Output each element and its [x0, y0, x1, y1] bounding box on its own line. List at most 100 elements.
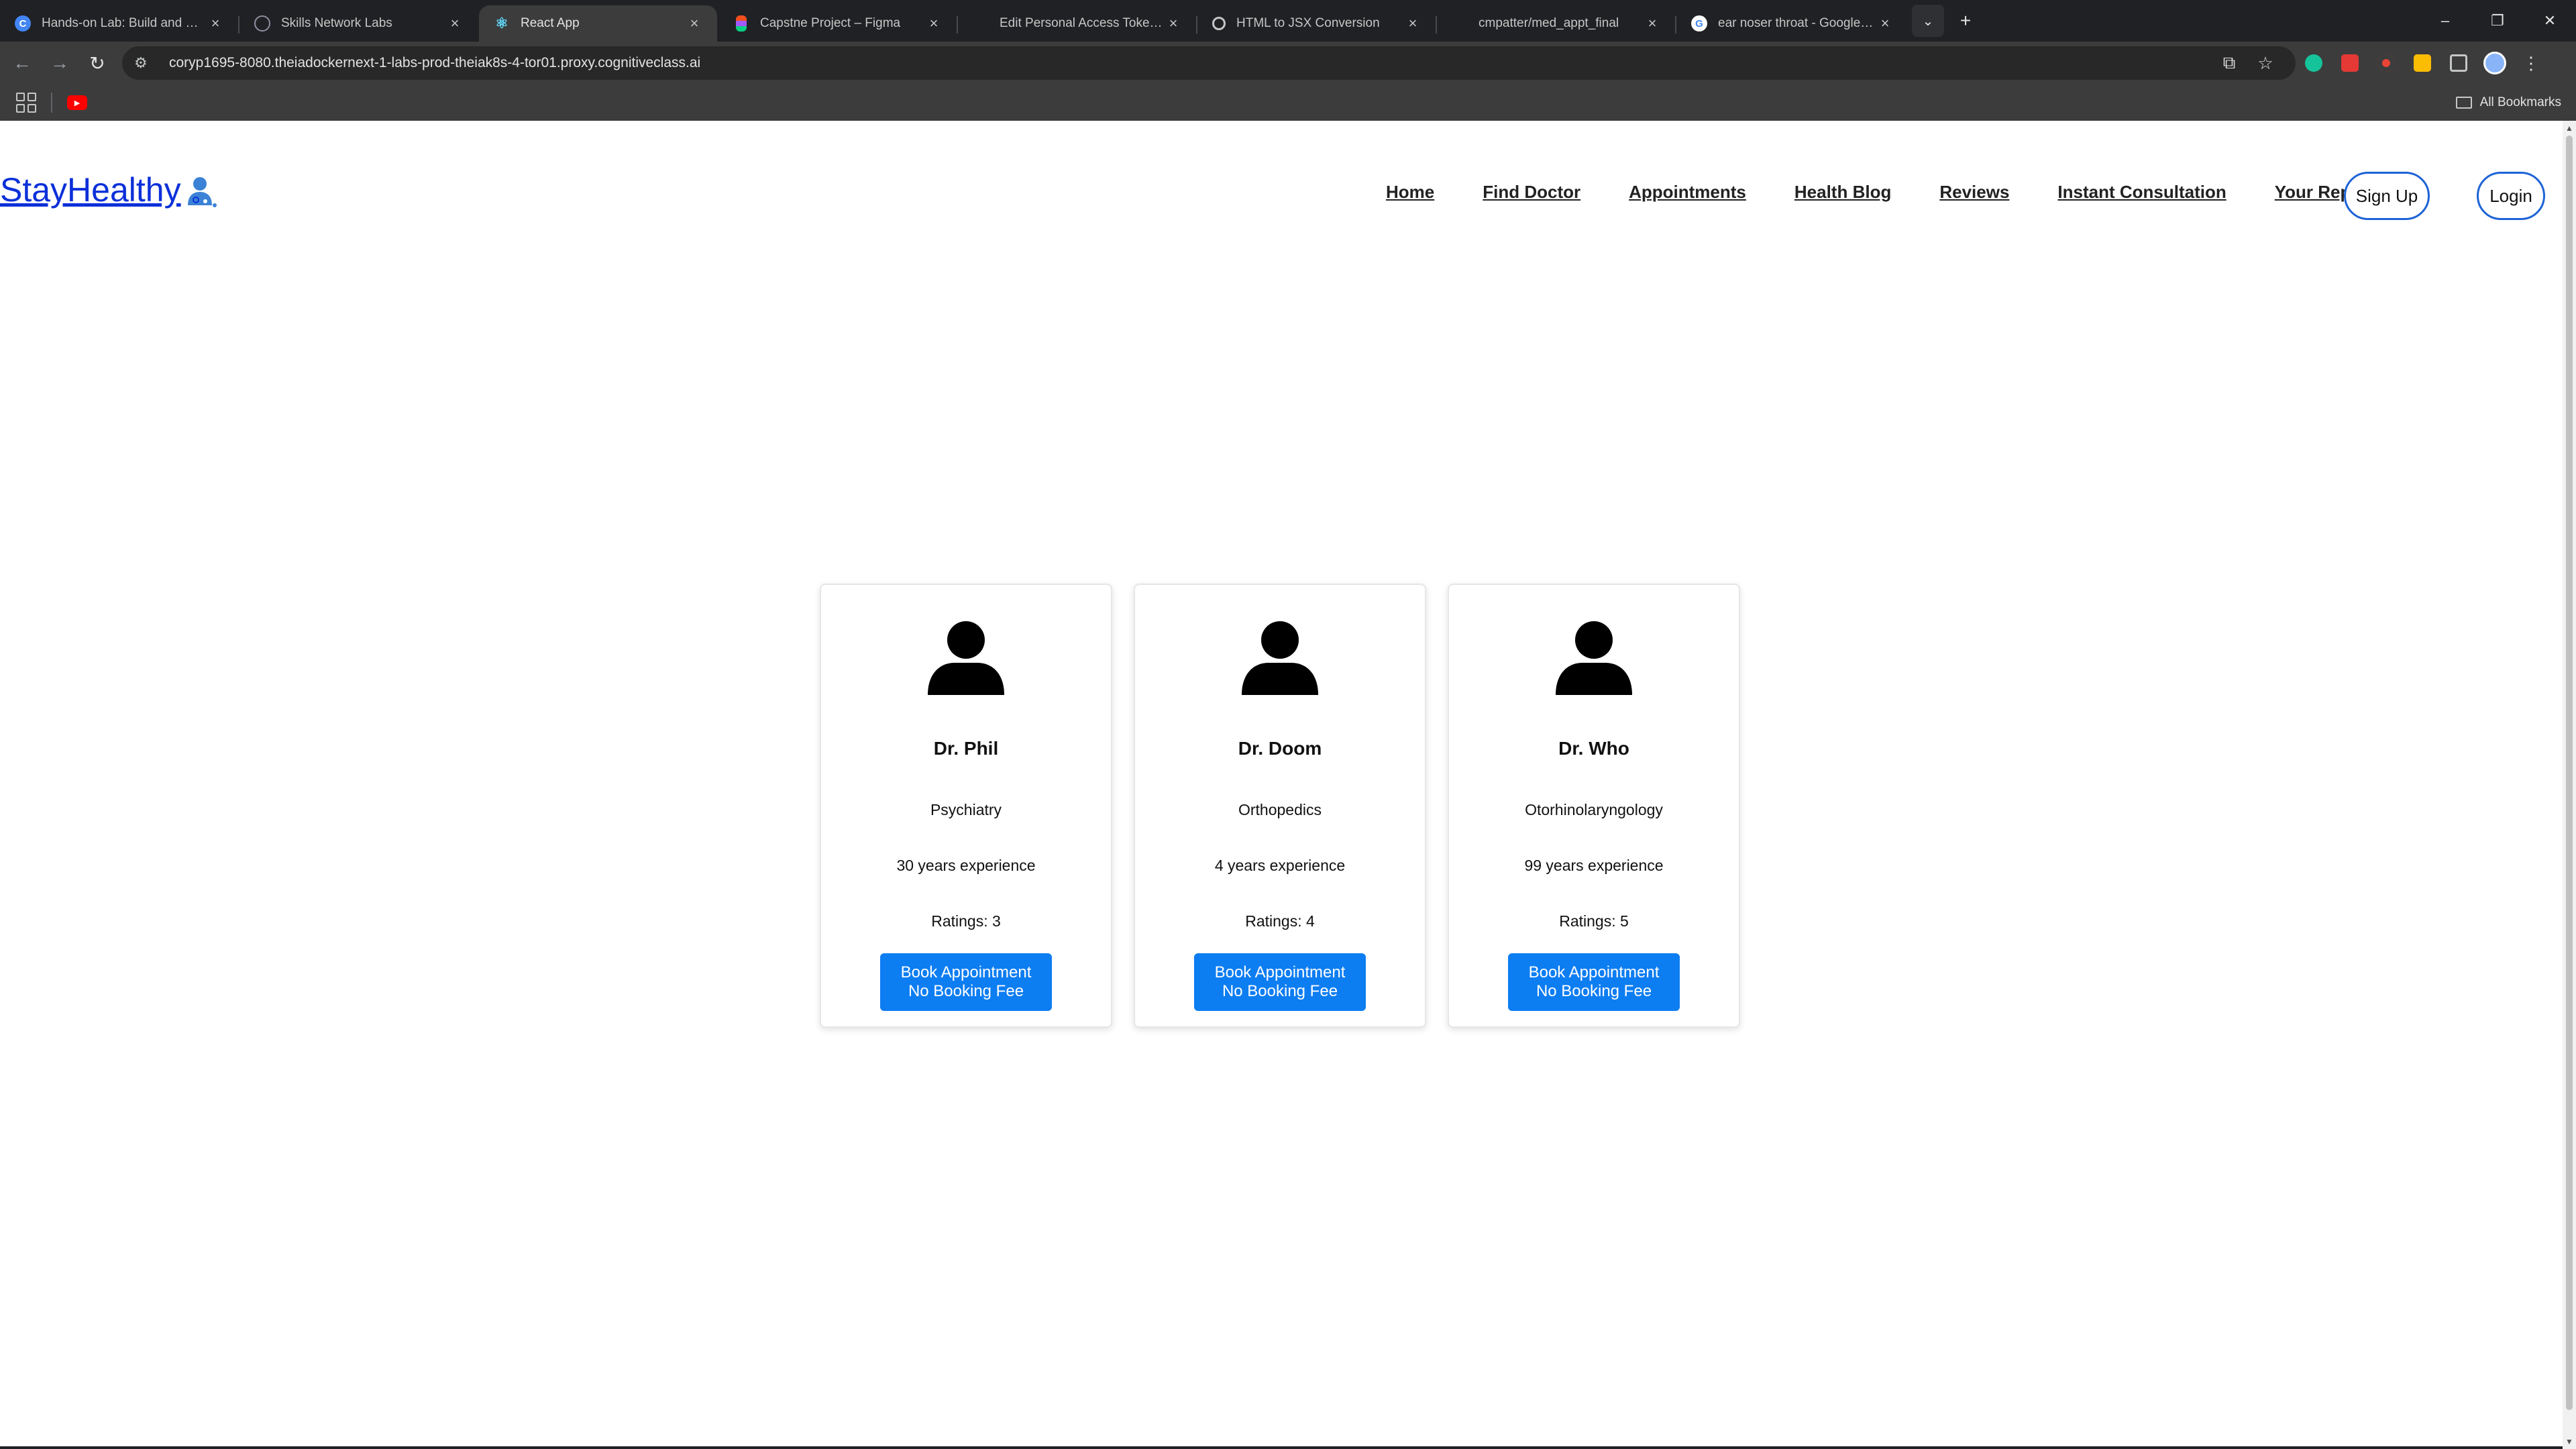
- bookmarks-bar: ▶ All Bookmarks: [0, 85, 2576, 121]
- tab-title: Skills Network Labs: [281, 16, 392, 30]
- browser-tab[interactable]: C Hands-on Lab: Build and Deplo ×: [0, 5, 239, 42]
- doctor-card: Dr. Who Otorhinolaryngology 99 years exp…: [1448, 584, 1740, 1028]
- tab-title: Capstne Project – Figma: [760, 16, 901, 30]
- close-tab-icon[interactable]: ×: [1403, 15, 1422, 32]
- doctor-speciality: Psychiatry: [930, 801, 1002, 818]
- book-appointment-button[interactable]: Book Appointment No Booking Fee: [880, 953, 1052, 1011]
- login-button[interactable]: Login: [2477, 172, 2545, 220]
- browser-tab[interactable]: cmpatter/med_appt_final ×: [1437, 5, 1676, 42]
- nav-health-blog-link[interactable]: Health Blog: [1794, 182, 1891, 203]
- scrollbar-thumb[interactable]: [2566, 136, 2573, 1410]
- book-appointment-button[interactable]: Book Appointment No Booking Fee: [1508, 953, 1680, 1011]
- nav-instant-consultation-link[interactable]: Instant Consultation: [2057, 182, 2226, 203]
- close-tab-icon[interactable]: ×: [206, 15, 225, 32]
- doctor-name: Dr. Phil: [933, 738, 999, 759]
- sign-up-button[interactable]: Sign Up: [2344, 172, 2430, 220]
- tab-title: React App: [521, 16, 580, 30]
- site-info-icon[interactable]: ⚙: [134, 54, 154, 72]
- close-tab-icon[interactable]: ×: [1164, 15, 1183, 32]
- browser-tab[interactable]: Edit Personal Access Token (Cla ×: [958, 5, 1197, 42]
- nav-reviews-link[interactable]: Reviews: [1939, 182, 2009, 203]
- new-tab-icon[interactable]: +: [1949, 5, 1982, 37]
- close-tab-icon[interactable]: ×: [685, 15, 704, 32]
- scroll-down-icon[interactable]: ▼: [2565, 1437, 2573, 1446]
- extension-record-icon[interactable]: [2368, 45, 2404, 81]
- scroll-up-icon[interactable]: ▲: [2565, 123, 2573, 133]
- react-favicon-icon: ⚛: [495, 15, 508, 32]
- doctor-name: Dr. Doom: [1238, 738, 1322, 759]
- close-tab-icon[interactable]: ×: [924, 15, 943, 32]
- all-bookmarks-label: All Bookmarks: [2479, 95, 2561, 109]
- close-window-icon[interactable]: ✕: [2524, 0, 2576, 42]
- doctor-experience: 99 years experience: [1524, 857, 1664, 874]
- bookmark-star-icon[interactable]: ☆: [2247, 53, 2284, 74]
- all-bookmarks-button[interactable]: All Bookmarks: [2455, 95, 2561, 110]
- book-appointment-label: Book Appointment: [1528, 963, 1660, 981]
- browser-toolbar: ← → ↻ ⚙ coryp1695-8080.theiadockernext-1…: [0, 42, 2576, 85]
- page-scrollbar[interactable]: ▲ ▼: [2563, 121, 2576, 1449]
- tab-title: cmpatter/med_appt_final: [1479, 16, 1619, 30]
- browser-tab-active[interactable]: ⚛ React App ×: [479, 5, 717, 42]
- forward-icon[interactable]: →: [42, 45, 78, 81]
- close-tab-icon[interactable]: ×: [445, 15, 464, 32]
- page-bottom-edge: [0, 1446, 2563, 1449]
- no-booking-fee-label: No Booking Fee: [908, 982, 1024, 1000]
- doctor-logo-icon: [187, 177, 217, 207]
- apps-grid-icon[interactable]: [16, 93, 36, 113]
- nav-home-link[interactable]: Home: [1386, 182, 1434, 203]
- book-appointment-button[interactable]: Book Appointment No Booking Fee: [1194, 953, 1366, 1011]
- figma-favicon-icon: [736, 15, 747, 32]
- book-appointment-label: Book Appointment: [900, 963, 1032, 981]
- profile-avatar[interactable]: [2477, 45, 2513, 81]
- grammarly-extension-icon[interactable]: [2296, 45, 2332, 81]
- back-icon[interactable]: ←: [4, 45, 40, 81]
- tab-favicon-icon: C: [15, 15, 31, 32]
- doctor-experience: 4 years experience: [1214, 857, 1346, 874]
- doctor-card: Dr. Doom Orthopedics 4 years experience …: [1134, 584, 1426, 1028]
- tab-title: Hands-on Lab: Build and Deplo: [42, 16, 206, 30]
- close-tab-icon[interactable]: ×: [1876, 15, 1894, 32]
- browser-menu-icon[interactable]: ⋮: [2513, 45, 2549, 81]
- web-page: StayHealthy Home Find Doctor Appointment…: [0, 121, 2563, 1449]
- doctor-cards-container: Dr. Phil Psychiatry 30 years experience …: [820, 584, 1740, 1028]
- address-bar[interactable]: ⚙ coryp1695-8080.theiadockernext-1-labs-…: [122, 46, 2296, 80]
- browser-tab[interactable]: HTML to JSX Conversion ×: [1197, 5, 1437, 42]
- tab-favicon-icon: [254, 15, 270, 32]
- nav-links: Home Find Doctor Appointments Health Blo…: [1386, 158, 2384, 225]
- doctor-experience: 30 years experience: [896, 857, 1036, 874]
- nav-appointments-link[interactable]: Appointments: [1629, 182, 1746, 203]
- google-favicon-icon: G: [1691, 15, 1707, 32]
- extension-red-icon[interactable]: [2332, 45, 2368, 81]
- doctor-card: Dr. Phil Psychiatry 30 years experience …: [820, 584, 1112, 1028]
- youtube-bookmark-icon[interactable]: ▶: [67, 95, 87, 110]
- doctor-name: Dr. Who: [1558, 738, 1629, 759]
- github-favicon-icon: [1452, 15, 1468, 32]
- browser-tab[interactable]: G ear noser throat - Google Searc ×: [1676, 5, 1908, 42]
- site-navbar: StayHealthy Home Find Doctor Appointment…: [0, 158, 2563, 225]
- no-booking-fee-label: No Booking Fee: [1222, 982, 1338, 1000]
- extension-yellow-icon[interactable]: [2404, 45, 2440, 81]
- nav-find-doctor-link[interactable]: Find Doctor: [1483, 182, 1580, 203]
- tab-title: Edit Personal Access Token (Cla: [1000, 16, 1164, 30]
- brand-name: StayHealthy: [0, 171, 181, 209]
- browser-tab[interactable]: Skills Network Labs ×: [239, 5, 478, 42]
- doctor-avatar-icon: [1242, 621, 1318, 695]
- doctor-speciality: Otorhinolaryngology: [1525, 801, 1663, 818]
- doctor-avatar-icon: [1556, 621, 1632, 695]
- book-appointment-label: Book Appointment: [1214, 963, 1346, 981]
- url-text[interactable]: coryp1695-8080.theiadockernext-1-labs-pr…: [169, 55, 2211, 71]
- doctor-speciality: Orthopedics: [1238, 801, 1322, 818]
- install-app-icon[interactable]: ⧉: [2211, 52, 2247, 74]
- extensions-puzzle-icon[interactable]: [2440, 45, 2477, 81]
- github-favicon-icon: [973, 15, 989, 32]
- browser-tab-strip: C Hands-on Lab: Build and Deplo × Skills…: [0, 0, 2576, 42]
- doctor-ratings: Ratings: 4: [1245, 912, 1315, 930]
- folder-icon: [2455, 97, 2472, 109]
- minimize-icon[interactable]: –: [2419, 0, 2471, 42]
- browser-tab[interactable]: Capstne Project – Figma ×: [718, 5, 958, 42]
- restore-icon[interactable]: ❐: [2471, 0, 2524, 42]
- reload-icon[interactable]: ↻: [79, 45, 115, 81]
- brand-logo-link[interactable]: StayHealthy: [0, 170, 217, 209]
- close-tab-icon[interactable]: ×: [1643, 15, 1662, 32]
- tab-search-icon[interactable]: ⌄: [1912, 5, 1944, 37]
